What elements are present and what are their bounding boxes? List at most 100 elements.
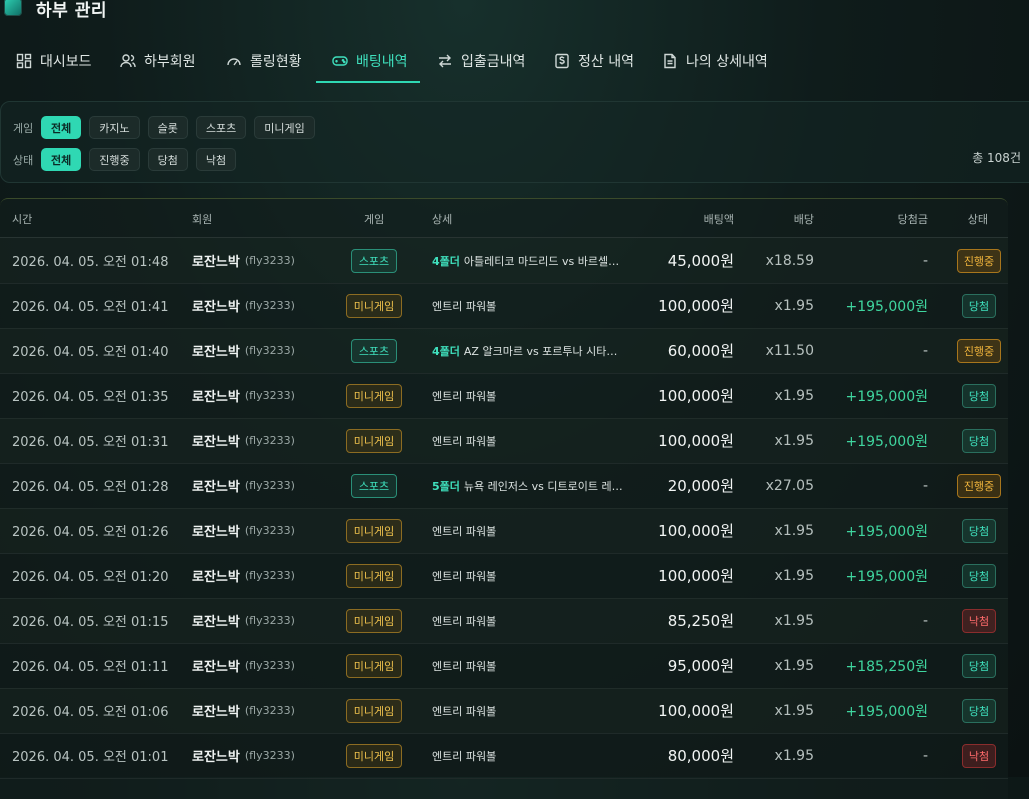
member-id: (fly3233) <box>244 479 295 492</box>
game-badge: 스포츠 <box>350 473 398 498</box>
tab-betting-history[interactable]: 배팅내역 <box>332 40 408 82</box>
member-id: (fly3233) <box>244 749 295 762</box>
status-filter-all[interactable]: 전체 <box>41 148 82 171</box>
cell-detail[interactable]: 엔트리 파워볼 <box>432 553 632 598</box>
cell-time: 2026. 04. 05. 오전 01:40 <box>12 345 169 360</box>
table-row[interactable]: 2026. 04. 05. 오전 01:35 로잔느박 (fly3233) 미니게임 엔… <box>0 373 1008 419</box>
header-member[interactable]: 회원 <box>192 211 212 227</box>
tab-settlement[interactable]: 정산 내역 <box>554 40 634 82</box>
users-icon <box>120 53 136 69</box>
cell-status: 낙첨 <box>954 733 1004 778</box>
detail-text: 엔트리 파워볼 <box>432 659 497 673</box>
detail-text: 엔트리 파워볼 <box>432 614 497 628</box>
cell-detail[interactable]: 엔트리 파워볼 <box>432 508 632 553</box>
cell-bet-amount: 100,000원 <box>658 432 734 450</box>
game-badge: 스포츠 <box>350 248 398 273</box>
cell-status: 낙첨 <box>954 598 1004 643</box>
document-icon <box>662 53 678 69</box>
cell-time: 2026. 04. 05. 오전 01:06 <box>12 705 169 720</box>
table-row[interactable]: 2026. 04. 05. 오전 01:40 로잔느박 (fly3233) 스포츠 4폴… <box>0 328 1008 374</box>
cell-win-amount: - <box>922 747 928 764</box>
cell-detail[interactable]: 엔트리 파워볼 <box>432 418 632 463</box>
cell-detail[interactable]: 엔트리 파워볼 <box>432 643 632 688</box>
cell-member: 로잔느박 (fly3233) <box>192 733 295 778</box>
cell-detail[interactable]: 5폴더 뉴욕 레인저스 vs 디트로이트 레… <box>432 463 632 508</box>
detail-text: 엔트리 파워볼 <box>432 434 497 448</box>
table-row[interactable]: 2026. 04. 05. 오전 01:20 로잔느박 (fly3233) 미니게임 엔… <box>0 553 1008 599</box>
game-badge: 미니게임 <box>345 293 403 318</box>
tab-label: 배팅내역 <box>356 54 408 70</box>
tab-label: 나의 상세내역 <box>686 54 768 70</box>
tab-deposit-withdraw[interactable]: 입출금내역 <box>437 40 525 82</box>
detail-text: 엔트리 파워볼 <box>432 749 497 763</box>
member-id: (fly3233) <box>244 389 295 402</box>
dashboard-icon <box>16 53 32 69</box>
table-row[interactable]: 2026. 04. 05. 오전 01:06 로잔느박 (fly3233) 미니게임 엔… <box>0 688 1008 734</box>
member-name: 로잔느박 <box>192 750 240 765</box>
member-id: (fly3233) <box>244 344 295 357</box>
cell-game: 미니게임 <box>343 643 405 688</box>
cell-game: 미니게임 <box>343 733 405 778</box>
member-name: 로잔느박 <box>192 525 240 540</box>
game-filter-minigame[interactable]: 미니게임 <box>254 116 315 139</box>
cell-member: 로잔느박 (fly3233) <box>192 238 295 283</box>
cell-detail[interactable]: 엔트리 파워볼 <box>432 283 632 328</box>
app-logo-icon <box>4 0 22 16</box>
cell-detail[interactable]: 엔트리 파워볼 <box>432 733 632 778</box>
cell-status: 당첨 <box>954 418 1004 463</box>
cell-time: 2026. 04. 05. 오전 01:20 <box>12 570 169 585</box>
cell-detail[interactable]: 엔트리 파워볼 <box>432 688 632 733</box>
table-row[interactable]: 2026. 04. 05. 오전 01:31 로잔느박 (fly3233) 미니게임 엔… <box>0 418 1008 464</box>
status-filter-lose[interactable]: 낙첨 <box>195 148 237 171</box>
detail-text: 아틀레티코 마드리드 vs 바르셀… <box>463 254 620 268</box>
table-row[interactable]: 2026. 04. 05. 오전 01:15 로잔느박 (fly3233) 미니게임 엔… <box>0 598 1008 644</box>
tab-my-details[interactable]: 나의 상세내역 <box>662 40 768 82</box>
cell-detail[interactable]: 엔트리 파워볼 <box>432 373 632 418</box>
status-filter-progress[interactable]: 진행중 <box>89 148 140 171</box>
member-name: 로잔느박 <box>192 300 240 315</box>
cell-bet-amount: 100,000원 <box>658 702 734 720</box>
gauge-icon <box>226 53 242 69</box>
table-row[interactable]: 2026. 04. 05. 오전 01:41 로잔느박 (fly3233) 미니게임 엔… <box>0 283 1008 329</box>
header-game[interactable]: 게임 <box>364 211 384 227</box>
cell-bet-amount: 20,000원 <box>667 477 734 495</box>
cell-detail[interactable]: 엔트리 파워볼 <box>432 598 632 643</box>
game-filter-sports[interactable]: 스포츠 <box>195 116 247 139</box>
status-badge: 진행중 <box>956 338 1002 363</box>
game-filter-casino[interactable]: 카지노 <box>89 116 140 139</box>
header-win-amount[interactable]: 당첨금 <box>898 211 928 227</box>
table-row[interactable]: 2026. 04. 05. 오전 01:11 로잔느박 (fly3233) 미니게임 엔… <box>0 643 1008 689</box>
game-badge: 미니게임 <box>345 743 403 768</box>
tab-dashboard[interactable]: 대시보드 <box>16 40 92 82</box>
tab-members[interactable]: 하부회원 <box>120 40 196 82</box>
dollar-icon <box>554 53 570 69</box>
cell-status: 당첨 <box>954 688 1004 733</box>
detail-text: 엔트리 파워볼 <box>432 299 497 313</box>
cell-odds: x1.95 <box>774 432 814 449</box>
cell-win-amount: +195,000원 <box>845 523 928 540</box>
header-detail[interactable]: 상세 <box>432 211 452 227</box>
game-filter-slot[interactable]: 슬롯 <box>147 116 188 139</box>
tab-label: 하부회원 <box>144 54 196 70</box>
header-time[interactable]: 시간 <box>12 211 32 227</box>
member-id: (fly3233) <box>244 254 295 267</box>
table-row[interactable]: 2026. 04. 05. 오전 01:48 로잔느박 (fly3233) 스포츠 4폴… <box>0 238 1008 284</box>
status-filter-win[interactable]: 당첨 <box>147 148 188 171</box>
table-row[interactable]: 2026. 04. 05. 오전 01:28 로잔느박 (fly3233) 스포츠 5폴… <box>0 463 1008 509</box>
cell-detail[interactable]: 4폴더 AZ 알크마르 vs 포르투나 시타… <box>432 328 632 373</box>
header-odds[interactable]: 배당 <box>794 211 814 227</box>
cell-bet-amount: 100,000원 <box>658 387 734 405</box>
tab-rolling[interactable]: 롤링현황 <box>226 40 302 82</box>
table-row[interactable]: 2026. 04. 05. 오전 01:01 로잔느박 (fly3233) 미니게임 엔… <box>0 733 1008 779</box>
cell-game: 스포츠 <box>343 328 405 373</box>
game-badge: 미니게임 <box>345 608 403 633</box>
table-row[interactable]: 2026. 04. 05. 오전 01:26 로잔느박 (fly3233) 미니게임 엔… <box>0 508 1008 554</box>
cell-time: 2026. 04. 05. 오전 01:41 <box>12 300 169 315</box>
cell-member: 로잔느박 (fly3233) <box>192 328 295 373</box>
fold-count: 4폴더 <box>432 344 460 358</box>
header-status[interactable]: 상태 <box>968 211 988 227</box>
header-amount[interactable]: 배팅액 <box>704 211 734 227</box>
cell-bet-amount: 95,000원 <box>667 657 734 675</box>
cell-detail[interactable]: 4폴더 아틀레티코 마드리드 vs 바르셀… <box>432 238 632 283</box>
game-filter-all[interactable]: 전체 <box>41 116 82 139</box>
